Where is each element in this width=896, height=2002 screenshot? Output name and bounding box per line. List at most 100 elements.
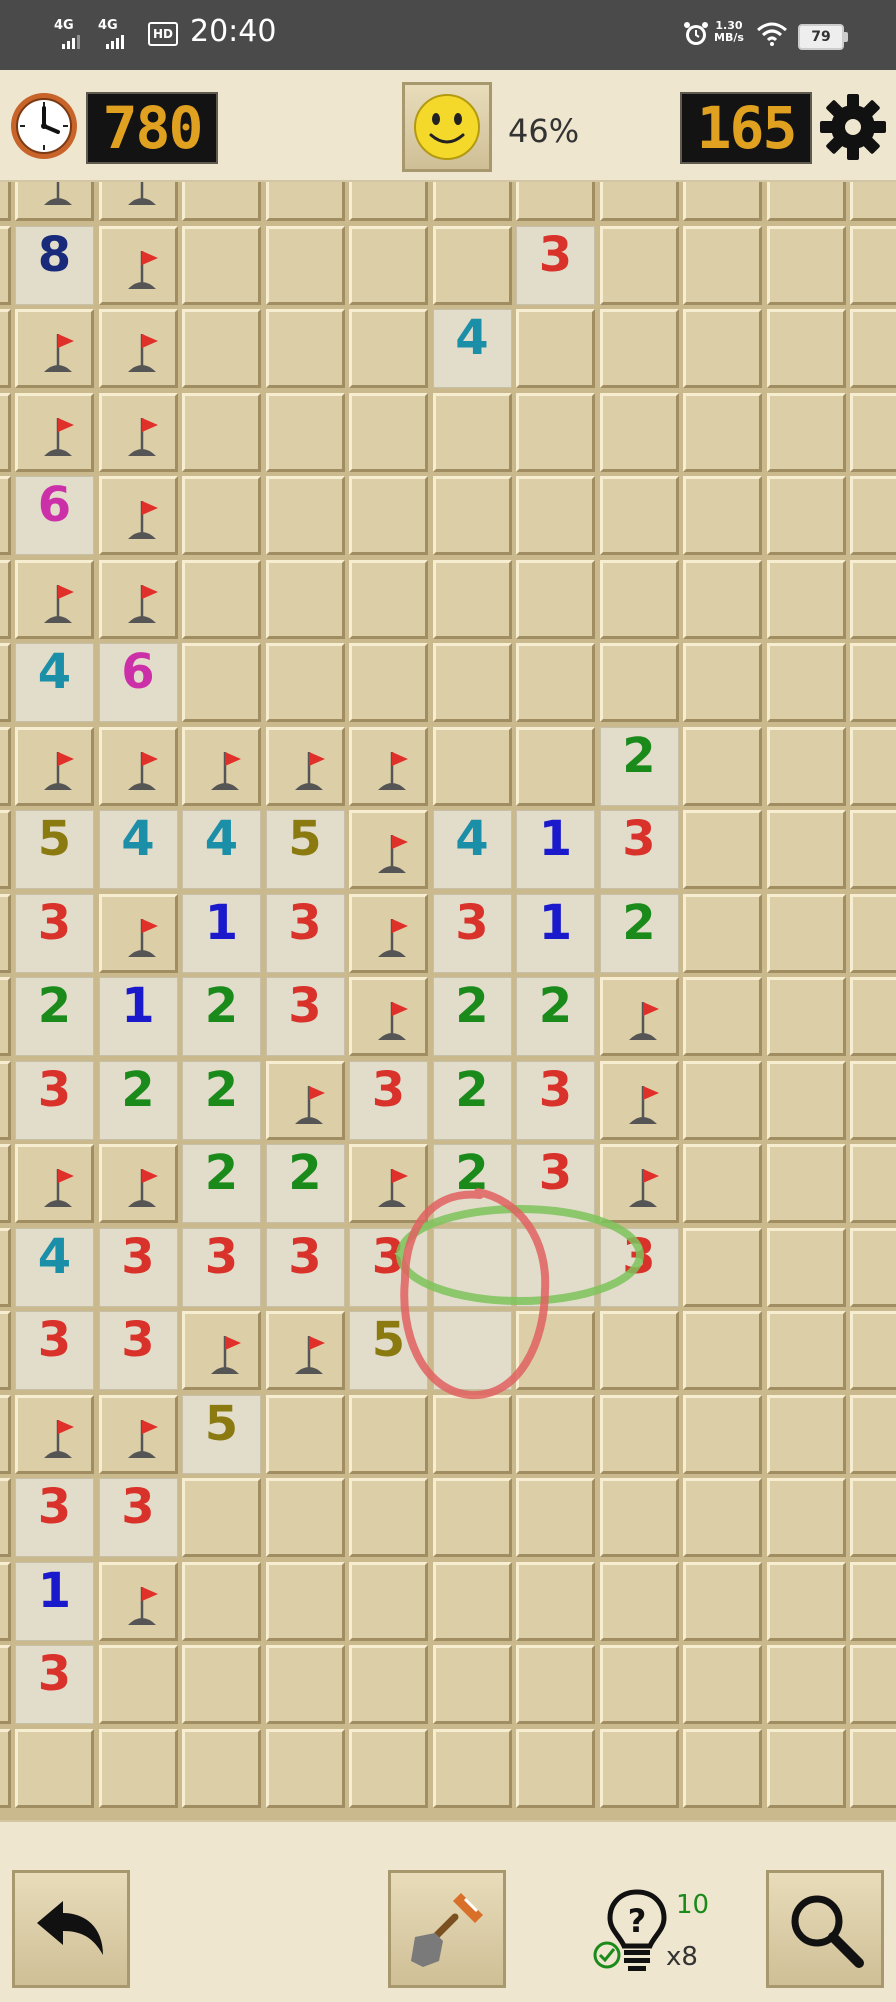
flagged-cell[interactable] <box>15 392 94 472</box>
covered-cell[interactable] <box>850 810 896 889</box>
covered-cell[interactable] <box>98 1728 178 1808</box>
revealed-cell[interactable]: 3 <box>98 1478 178 1557</box>
flagged-cell[interactable] <box>15 726 94 806</box>
covered-cell[interactable] <box>0 1311 11 1390</box>
covered-cell[interactable] <box>850 1060 896 1140</box>
flagged-cell[interactable] <box>15 1144 94 1223</box>
covered-cell[interactable] <box>265 1394 345 1474</box>
covered-cell[interactable] <box>182 1645 261 1724</box>
covered-cell[interactable] <box>516 1728 595 1808</box>
revealed-cell[interactable]: 3 <box>15 1478 94 1557</box>
covered-cell[interactable] <box>265 476 345 555</box>
revealed-cell[interactable]: 5 <box>265 810 345 889</box>
covered-cell[interactable] <box>516 182 595 221</box>
flagged-cell[interactable] <box>599 1060 679 1140</box>
covered-cell[interactable] <box>182 392 261 472</box>
covered-cell[interactable] <box>516 1311 595 1390</box>
flagged-cell[interactable] <box>98 1561 178 1641</box>
covered-cell[interactable] <box>850 1311 896 1390</box>
covered-cell[interactable] <box>516 559 595 639</box>
covered-cell[interactable] <box>349 559 428 639</box>
covered-cell[interactable] <box>766 1478 846 1557</box>
covered-cell[interactable] <box>766 392 846 472</box>
covered-cell[interactable] <box>683 1144 762 1223</box>
revealed-cell[interactable] <box>432 1227 512 1307</box>
covered-cell[interactable] <box>516 476 595 555</box>
covered-cell[interactable] <box>683 1394 762 1474</box>
covered-cell[interactable] <box>432 559 512 639</box>
covered-cell[interactable] <box>516 309 595 388</box>
revealed-cell[interactable]: 3 <box>265 893 345 973</box>
covered-cell[interactable] <box>683 1311 762 1390</box>
covered-cell[interactable] <box>432 1394 512 1474</box>
covered-cell[interactable] <box>432 1478 512 1557</box>
covered-cell[interactable] <box>265 309 345 388</box>
flagged-cell[interactable] <box>182 726 261 806</box>
covered-cell[interactable] <box>349 225 428 305</box>
covered-cell[interactable] <box>182 1478 261 1557</box>
covered-cell[interactable] <box>599 1394 679 1474</box>
covered-cell[interactable] <box>599 182 679 221</box>
covered-cell[interactable] <box>850 893 896 973</box>
covered-cell[interactable] <box>0 225 11 305</box>
covered-cell[interactable] <box>683 1227 762 1307</box>
covered-cell[interactable] <box>516 726 595 806</box>
revealed-cell[interactable]: 2 <box>432 1060 512 1140</box>
covered-cell[interactable] <box>265 559 345 639</box>
covered-cell[interactable] <box>349 643 428 722</box>
revealed-cell[interactable]: 3 <box>98 1227 178 1307</box>
covered-cell[interactable] <box>599 643 679 722</box>
covered-cell[interactable] <box>349 392 428 472</box>
revealed-cell[interactable]: 2 <box>182 1060 261 1140</box>
covered-cell[interactable] <box>182 1561 261 1641</box>
covered-cell[interactable] <box>599 1645 679 1724</box>
revealed-cell[interactable]: 3 <box>182 1227 261 1307</box>
revealed-cell[interactable]: 4 <box>432 309 512 388</box>
flagged-cell[interactable] <box>265 1311 345 1390</box>
covered-cell[interactable] <box>349 1728 428 1808</box>
flagged-cell[interactable] <box>98 1394 178 1474</box>
covered-cell[interactable] <box>683 225 762 305</box>
revealed-cell[interactable]: 5 <box>15 810 94 889</box>
flagged-cell[interactable] <box>349 1144 428 1223</box>
covered-cell[interactable] <box>265 1561 345 1641</box>
revealed-cell[interactable]: 8 <box>15 225 94 305</box>
flagged-cell[interactable] <box>98 559 178 639</box>
covered-cell[interactable] <box>15 1728 94 1808</box>
zoom-button[interactable] <box>766 1870 884 1988</box>
covered-cell[interactable] <box>850 977 896 1056</box>
revealed-cell[interactable]: 3 <box>432 893 512 973</box>
covered-cell[interactable] <box>349 1478 428 1557</box>
revealed-cell[interactable]: 6 <box>98 643 178 722</box>
covered-cell[interactable] <box>349 1645 428 1724</box>
covered-cell[interactable] <box>599 1561 679 1641</box>
covered-cell[interactable] <box>0 1478 11 1557</box>
covered-cell[interactable] <box>0 1728 11 1808</box>
flagged-cell[interactable] <box>98 182 178 221</box>
covered-cell[interactable] <box>182 559 261 639</box>
covered-cell[interactable] <box>0 726 11 806</box>
covered-cell[interactable] <box>766 1060 846 1140</box>
revealed-cell[interactable]: 3 <box>15 1645 94 1724</box>
covered-cell[interactable] <box>599 476 679 555</box>
revealed-cell[interactable]: 2 <box>516 977 595 1056</box>
flagged-cell[interactable] <box>98 225 178 305</box>
covered-cell[interactable] <box>349 309 428 388</box>
revealed-cell[interactable]: 1 <box>98 977 178 1056</box>
covered-cell[interactable] <box>432 182 512 221</box>
revealed-cell[interactable]: 2 <box>432 1144 512 1223</box>
covered-cell[interactable] <box>349 1394 428 1474</box>
covered-cell[interactable] <box>850 1728 896 1808</box>
covered-cell[interactable] <box>683 1561 762 1641</box>
covered-cell[interactable] <box>850 309 896 388</box>
covered-cell[interactable] <box>766 1311 846 1390</box>
covered-cell[interactable] <box>850 1394 896 1474</box>
covered-cell[interactable] <box>432 726 512 806</box>
flagged-cell[interactable] <box>15 559 94 639</box>
revealed-cell[interactable]: 3 <box>516 1144 595 1223</box>
covered-cell[interactable] <box>599 1478 679 1557</box>
covered-cell[interactable] <box>683 392 762 472</box>
covered-cell[interactable] <box>683 182 762 221</box>
covered-cell[interactable] <box>850 392 896 472</box>
revealed-cell[interactable]: 1 <box>182 893 261 973</box>
